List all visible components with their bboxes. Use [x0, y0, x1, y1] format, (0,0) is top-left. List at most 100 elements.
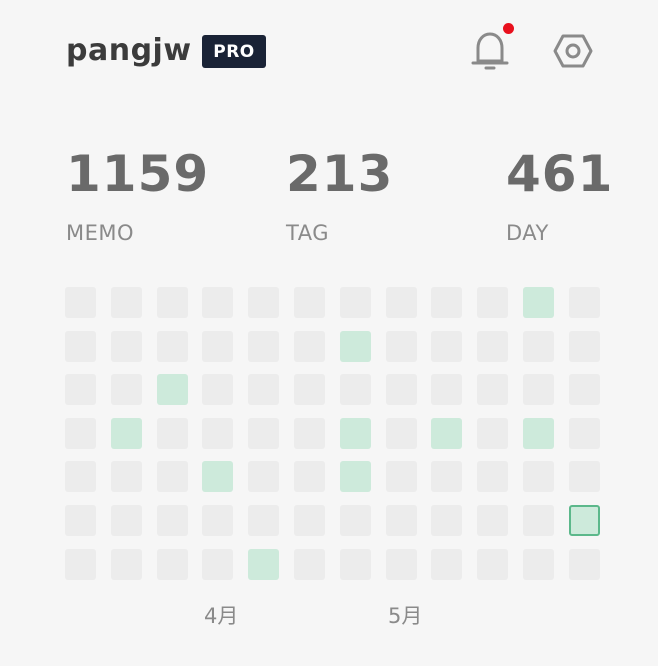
heatmap-cell[interactable]: [294, 461, 325, 492]
heatmap-cell-active[interactable]: [523, 287, 554, 318]
heatmap-cell-active[interactable]: [202, 461, 233, 492]
heatmap-cell[interactable]: [386, 331, 417, 362]
tag-stat[interactable]: 213 TAG: [286, 145, 393, 245]
heatmap-cell[interactable]: [569, 549, 600, 580]
heatmap-cell[interactable]: [340, 549, 371, 580]
heatmap-cell-active[interactable]: [340, 418, 371, 449]
heatmap-cell[interactable]: [248, 374, 279, 405]
day-count: 461: [506, 145, 614, 203]
heatmap-cell[interactable]: [157, 418, 188, 449]
heatmap-cell[interactable]: [523, 374, 554, 405]
heatmap-cell[interactable]: [202, 418, 233, 449]
heatmap-cell[interactable]: [65, 374, 96, 405]
notification-dot: [503, 23, 514, 34]
username: pangjw: [66, 33, 192, 68]
heatmap-cell[interactable]: [340, 505, 371, 536]
heatmap-cell[interactable]: [111, 549, 142, 580]
heatmap-cell-active[interactable]: [431, 418, 462, 449]
gear-icon: [553, 34, 593, 68]
heatmap-cell[interactable]: [248, 418, 279, 449]
bell-icon: [471, 32, 509, 70]
heatmap-cell-active[interactable]: [340, 461, 371, 492]
heatmap-cell[interactable]: [248, 331, 279, 362]
month-label: 5月: [388, 604, 423, 628]
heatmap-cell-today[interactable]: [569, 505, 600, 536]
heatmap-cell[interactable]: [523, 331, 554, 362]
heatmap-cell[interactable]: [386, 287, 417, 318]
heatmap-cell[interactable]: [111, 461, 142, 492]
heatmap-cell[interactable]: [477, 287, 508, 318]
heatmap-cell[interactable]: [569, 461, 600, 492]
heatmap-cell[interactable]: [569, 331, 600, 362]
heatmap-cell[interactable]: [431, 331, 462, 362]
heatmap-cell[interactable]: [431, 287, 462, 318]
heatmap-cell-active[interactable]: [111, 418, 142, 449]
heatmap-cell[interactable]: [340, 374, 371, 405]
settings-button[interactable]: [553, 31, 593, 71]
heatmap-cell-active[interactable]: [248, 549, 279, 580]
heatmap-cell[interactable]: [569, 287, 600, 318]
heatmap-cell[interactable]: [65, 418, 96, 449]
heatmap-cell[interactable]: [202, 331, 233, 362]
heatmap-cell[interactable]: [294, 374, 325, 405]
heatmap-cell[interactable]: [202, 374, 233, 405]
heatmap-cell[interactable]: [65, 287, 96, 318]
heatmap-cell[interactable]: [202, 505, 233, 536]
day-label: DAY: [506, 221, 549, 245]
heatmap-cell-active[interactable]: [157, 374, 188, 405]
heatmap-cell[interactable]: [477, 374, 508, 405]
heatmap-cell[interactable]: [294, 418, 325, 449]
heatmap-cell[interactable]: [294, 505, 325, 536]
heatmap-cell[interactable]: [294, 287, 325, 318]
heatmap-cell-active[interactable]: [523, 418, 554, 449]
memo-stat[interactable]: 1159 MEMO: [66, 145, 209, 245]
heatmap-cell[interactable]: [431, 374, 462, 405]
heatmap-cell[interactable]: [431, 505, 462, 536]
heatmap-cell[interactable]: [340, 287, 371, 318]
heatmap-cell[interactable]: [157, 287, 188, 318]
day-stat[interactable]: 461 DAY: [506, 145, 613, 245]
heatmap-cell[interactable]: [248, 461, 279, 492]
heatmap-cell[interactable]: [386, 461, 417, 492]
heatmap-cell[interactable]: [477, 549, 508, 580]
heatmap-cell-active[interactable]: [340, 331, 371, 362]
heatmap-cell[interactable]: [111, 505, 142, 536]
heatmap-cell[interactable]: [569, 374, 600, 405]
heatmap-cell[interactable]: [157, 461, 188, 492]
activity-heatmap: [65, 287, 600, 580]
heatmap-cell[interactable]: [477, 461, 508, 492]
heatmap-cell[interactable]: [202, 549, 233, 580]
heatmap-cell[interactable]: [157, 505, 188, 536]
heatmap-cell[interactable]: [111, 374, 142, 405]
memo-count: 1159: [66, 145, 210, 203]
heatmap-cell[interactable]: [248, 505, 279, 536]
heatmap-cell[interactable]: [65, 461, 96, 492]
heatmap-cell[interactable]: [477, 331, 508, 362]
heatmap-cell[interactable]: [386, 374, 417, 405]
heatmap-cell[interactable]: [157, 549, 188, 580]
heatmap-cell[interactable]: [65, 549, 96, 580]
heatmap-cell[interactable]: [523, 505, 554, 536]
heatmap-cell[interactable]: [294, 549, 325, 580]
heatmap-cell[interactable]: [157, 331, 188, 362]
heatmap-cell[interactable]: [202, 287, 233, 318]
heatmap-cell[interactable]: [65, 505, 96, 536]
heatmap-cell[interactable]: [431, 461, 462, 492]
tag-count: 213: [286, 145, 394, 203]
heatmap-cell[interactable]: [386, 549, 417, 580]
heatmap-cell[interactable]: [477, 505, 508, 536]
notifications-button[interactable]: [470, 23, 514, 72]
heatmap-cell[interactable]: [386, 418, 417, 449]
heatmap-cell[interactable]: [248, 287, 279, 318]
heatmap-cell[interactable]: [294, 331, 325, 362]
heatmap-cell[interactable]: [386, 505, 417, 536]
heatmap-cell[interactable]: [111, 331, 142, 362]
heatmap-cell[interactable]: [111, 287, 142, 318]
heatmap-cell[interactable]: [431, 549, 462, 580]
heatmap-cell[interactable]: [477, 418, 508, 449]
heatmap-cell[interactable]: [523, 461, 554, 492]
memo-label: MEMO: [66, 221, 135, 245]
heatmap-cell[interactable]: [523, 549, 554, 580]
heatmap-cell[interactable]: [65, 331, 96, 362]
heatmap-cell[interactable]: [569, 418, 600, 449]
